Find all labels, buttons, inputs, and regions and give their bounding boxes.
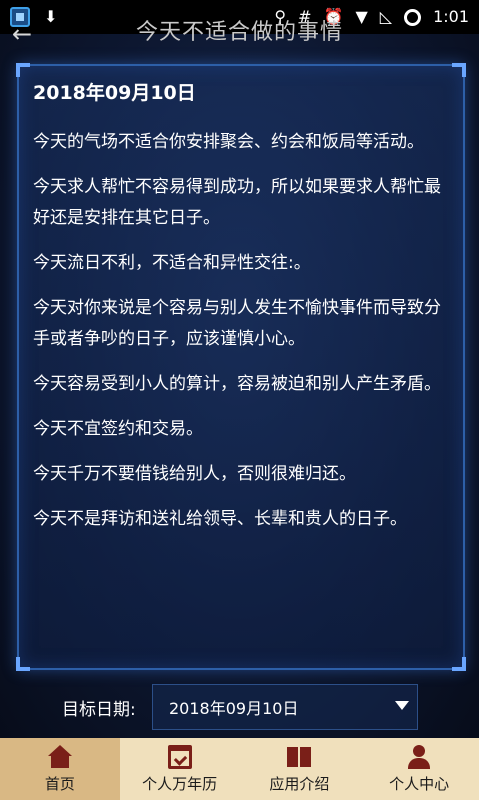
advice-paragraph: 今天流日不利，不适合和异性交往:。 — [33, 253, 311, 273]
date-heading: 2018年09月10日 — [33, 82, 196, 104]
target-date-select[interactable]: 2018年09月10日 — [152, 684, 418, 730]
corner-decoration — [452, 657, 466, 671]
content-panel: 2018年09月10日 今天的气场不适合你安排聚会、约会和饭局等活动。 今天求人… — [16, 63, 466, 671]
home-icon — [47, 744, 72, 769]
nav-item-user-center[interactable]: 个人中心 — [359, 738, 479, 800]
corner-decoration — [16, 63, 30, 77]
dropdown-arrow-icon[interactable] — [395, 701, 409, 710]
advice-paragraph: 今天容易受到小人的算计，容易被迫和别人产生矛盾。 — [33, 374, 441, 394]
corner-decoration — [16, 657, 30, 671]
target-date-row: 目标日期: 2018年09月10日 — [0, 684, 479, 730]
advice-paragraph: 今天对你来说是个容易与别人发生不愉快事件而导致分手或者争吵的日子，应该谨慎小心。 — [33, 298, 441, 349]
back-arrow-icon[interactable]: ← — [12, 20, 32, 48]
nav-label: 个人中心 — [389, 774, 450, 793]
advice-paragraph: 今天不宜签约和交易。 — [33, 419, 203, 439]
header-bar: ← 今天不适合做的事情 — [0, 12, 479, 48]
nav-item-app-intro[interactable]: 应用介绍 — [240, 738, 360, 800]
advice-paragraph: 今天千万不要借钱给别人，否则很难归还。 — [33, 464, 356, 484]
page-title: 今天不适合做的事情 — [135, 20, 343, 45]
corner-decoration — [452, 63, 466, 77]
target-date-label: 目标日期: — [62, 700, 136, 720]
nav-item-personal-calendar[interactable]: 个人万年历 — [120, 738, 240, 800]
calendar-icon — [167, 744, 192, 769]
advice-paragraph: 今天求人帮忙不容易得到成功，所以如果要求人帮忙最好还是安排在其它日子。 — [33, 177, 441, 228]
nav-label: 应用介绍 — [269, 774, 330, 793]
book-icon — [287, 745, 312, 769]
nav-item-home[interactable]: 首页 — [0, 738, 120, 800]
user-icon — [407, 744, 431, 769]
target-date-value: 2018年09月10日 — [169, 699, 299, 718]
nav-label: 首页 — [44, 774, 75, 793]
advice-paragraph: 今天的气场不适合你安排聚会、约会和饭局等活动。 — [33, 132, 424, 152]
bottom-nav: 首页 个人万年历 应用介绍 个人中心 — [0, 738, 479, 800]
nav-label: 个人万年历 — [142, 774, 218, 793]
panel-content: 2018年09月10日 今天的气场不适合你安排聚会、约会和饭局等活动。 今天求人… — [19, 66, 463, 535]
advice-paragraph: 今天不是拜访和送礼给领导、长辈和贵人的日子。 — [33, 509, 407, 529]
